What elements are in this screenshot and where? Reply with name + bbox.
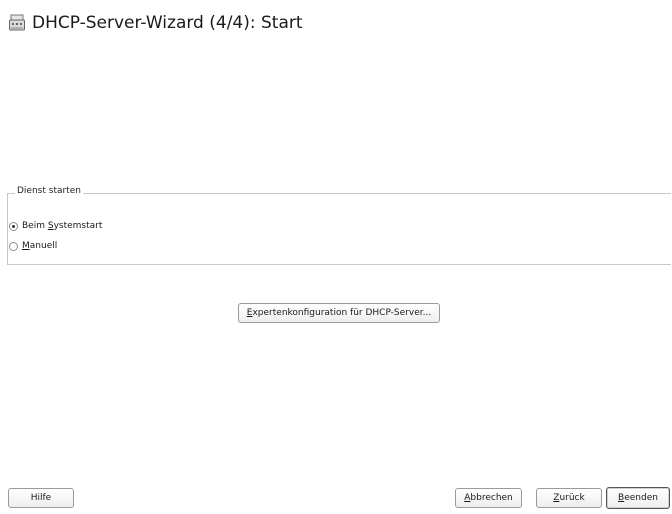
radio-boot-start-label: Beim Systemstart [22,221,103,231]
wizard-window: DHCP-Server-Wizard (4/4): Start Dienst s… [0,0,672,514]
service-start-legend: Dienst starten [15,186,83,196]
radio-manual-label: Manuell [22,241,58,251]
page-title: DHCP-Server-Wizard (4/4): Start [32,13,303,33]
server-icon [8,14,26,32]
abort-button[interactable]: Abbrechen [455,488,522,508]
expert-config-button[interactable]: Expertenkonfiguration für DHCP-Server... [238,303,440,323]
radio-checked-icon[interactable] [9,221,18,231]
radio-unchecked-icon[interactable] [9,241,18,251]
back-button[interactable]: Zurück [536,488,602,508]
title-bar: DHCP-Server-Wizard (4/4): Start [8,10,303,36]
help-button[interactable]: Hilfe [8,488,74,508]
finish-button[interactable]: Beenden [606,487,670,509]
radio-boot-start[interactable]: Beim Systemstart [9,221,102,231]
radio-manual[interactable]: Manuell [9,241,57,251]
service-start-group: Dienst starten Beim Systemstart Manuell [7,186,671,265]
